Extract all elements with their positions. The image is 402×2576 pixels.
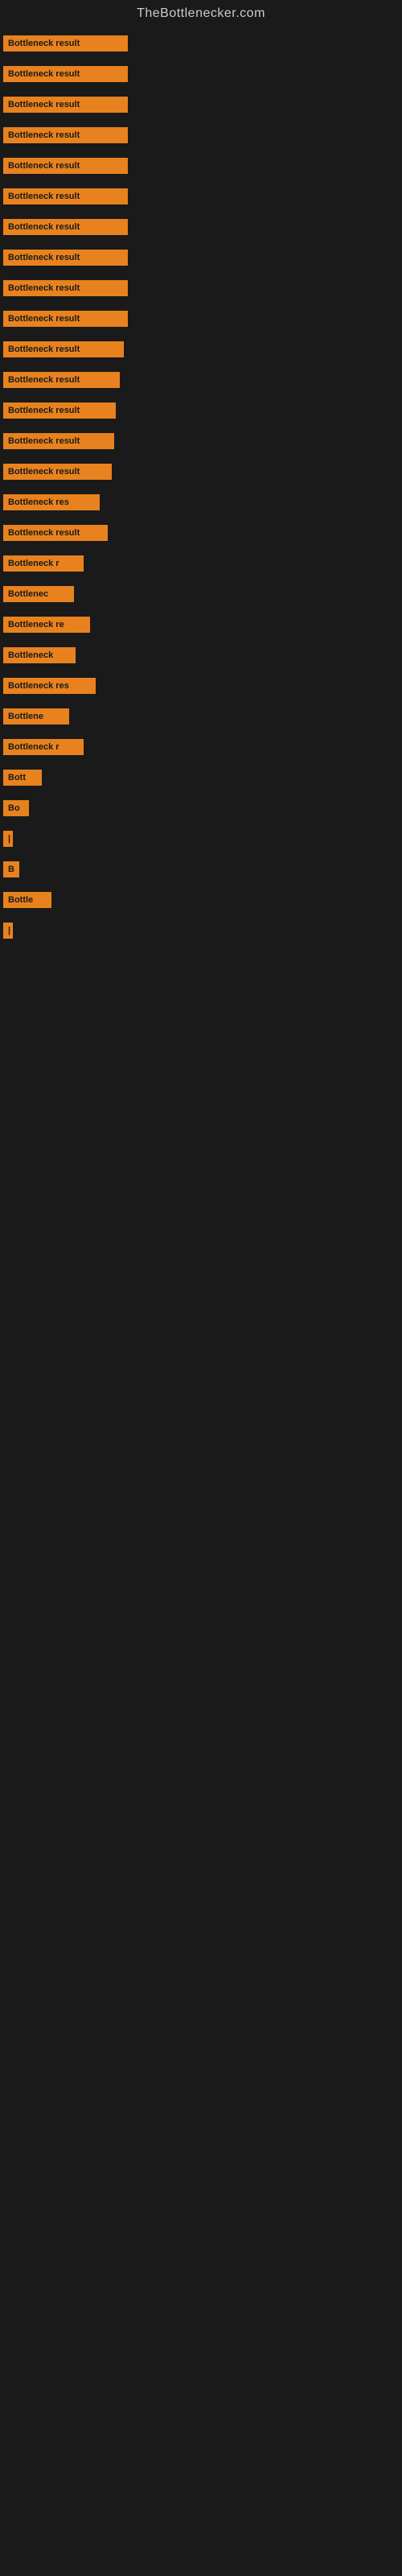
bottleneck-bar-row: Bottleneck result xyxy=(3,341,402,357)
bottleneck-bar-row: Bottleneck re xyxy=(3,617,402,633)
bottleneck-bar-row: Bottleneck result xyxy=(3,35,402,52)
bottleneck-bar-row: Bo xyxy=(3,800,402,816)
bottleneck-bar-row: Bottleneck result xyxy=(3,219,402,235)
bottleneck-bar-row: Bottlenec xyxy=(3,586,402,602)
bottleneck-bar-row: Bottleneck result xyxy=(3,311,402,327)
bottleneck-result-label: Bottleneck result xyxy=(3,311,128,327)
bottleneck-bar-row: Bottle xyxy=(3,892,402,908)
bottleneck-result-label: Bottleneck result xyxy=(3,250,128,266)
bottleneck-result-label: Bottleneck result xyxy=(3,66,128,82)
bottleneck-bar-row: Bottleneck result xyxy=(3,66,402,82)
bottleneck-result-label: Bottleneck re xyxy=(3,617,90,633)
bottleneck-bar-row: Bottleneck result xyxy=(3,525,402,541)
bottleneck-bar-row: Bottleneck result xyxy=(3,158,402,174)
bottleneck-bar-row: Bottleneck result xyxy=(3,433,402,449)
bottleneck-bar-row: Bottleneck xyxy=(3,647,402,663)
bottleneck-bar-row: | xyxy=(3,831,402,847)
bottleneck-bar-row: | xyxy=(3,923,402,939)
bottleneck-result-label: Bottleneck result xyxy=(3,341,124,357)
bottleneck-result-label: Bottleneck result xyxy=(3,97,128,113)
bottleneck-bar-row: Bottleneck r xyxy=(3,555,402,572)
bottleneck-bar-row: Bottleneck result xyxy=(3,464,402,480)
bottleneck-result-label: Bottlene xyxy=(3,708,69,724)
bottleneck-result-label: Bottleneck result xyxy=(3,219,128,235)
bottleneck-result-label: | xyxy=(3,831,13,847)
bottleneck-bar-row: Bottleneck result xyxy=(3,402,402,419)
bottleneck-result-label: Bottleneck result xyxy=(3,525,108,541)
bottleneck-bar-row: Bottleneck res xyxy=(3,494,402,510)
bars-container: Bottleneck result Bottleneck result Bottle… xyxy=(0,27,402,939)
bottleneck-result-label: Bottleneck result xyxy=(3,127,128,143)
bottleneck-bar-row: Bottleneck result xyxy=(3,250,402,266)
bottleneck-result-label: Bott xyxy=(3,770,42,786)
bottleneck-result-label: Bottleneck result xyxy=(3,372,120,388)
bottleneck-result-label: Bottleneck xyxy=(3,647,76,663)
bottleneck-result-label: Bottleneck result xyxy=(3,402,116,419)
bottleneck-result-label: Bottleneck result xyxy=(3,433,114,449)
bottleneck-result-label: Bottleneck result xyxy=(3,35,128,52)
bottleneck-result-label: | xyxy=(3,923,13,939)
bottleneck-bar-row: Bottlene xyxy=(3,708,402,724)
bottleneck-bar-row: Bottleneck result xyxy=(3,280,402,296)
bottleneck-bar-row: B xyxy=(3,861,402,877)
bottleneck-result-label: Bottleneck result xyxy=(3,158,128,174)
bottleneck-bar-row: Bottleneck result xyxy=(3,127,402,143)
bottleneck-result-label: Bottleneck result xyxy=(3,464,112,480)
bottleneck-result-label: Bottleneck result xyxy=(3,280,128,296)
bottleneck-result-label: B xyxy=(3,861,19,877)
bottleneck-result-label: Bottlenec xyxy=(3,586,74,602)
bottleneck-result-label: Bottleneck r xyxy=(3,739,84,755)
bottleneck-bar-row: Bottleneck r xyxy=(3,739,402,755)
bottleneck-result-label: Bottleneck result xyxy=(3,188,128,204)
bottleneck-result-label: Bo xyxy=(3,800,29,816)
site-title: TheBottlenecker.com xyxy=(0,0,402,27)
bottleneck-bar-row: Bottleneck result xyxy=(3,372,402,388)
bottleneck-result-label: Bottle xyxy=(3,892,51,908)
bottleneck-bar-row: Bottleneck result xyxy=(3,188,402,204)
bottleneck-result-label: Bottleneck res xyxy=(3,494,100,510)
bottleneck-result-label: Bottleneck r xyxy=(3,555,84,572)
bottleneck-bar-row: Bottleneck result xyxy=(3,97,402,113)
bottleneck-bar-row: Bottleneck res xyxy=(3,678,402,694)
bottleneck-result-label: Bottleneck res xyxy=(3,678,96,694)
bottleneck-bar-row: Bott xyxy=(3,770,402,786)
